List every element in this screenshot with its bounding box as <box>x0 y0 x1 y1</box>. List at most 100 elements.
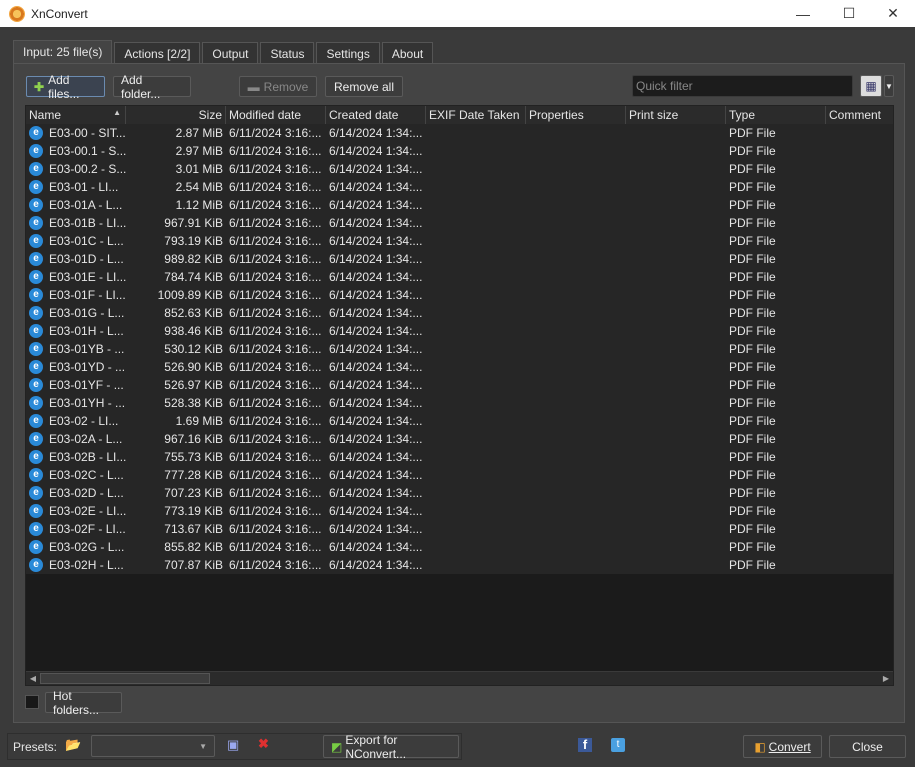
cell-name: e E03-01YB - ... <box>26 340 126 358</box>
column-header-exif-date-taken[interactable]: EXIF Date Taken <box>426 106 526 124</box>
maximize-button[interactable]: ☐ <box>826 0 872 27</box>
column-header-name[interactable]: Name ▲ <box>26 106 126 124</box>
tab-about[interactable]: About <box>381 42 434 63</box>
grid-icon: ▦ <box>865 79 877 93</box>
scroll-right-icon[interactable]: ▶ <box>879 672 893 685</box>
minimize-button[interactable]: — <box>780 0 826 27</box>
facebook-icon[interactable]: f <box>578 738 592 752</box>
cell-size: 1.69 MiB <box>175 414 223 428</box>
cell-properties <box>526 556 626 574</box>
convert-button[interactable]: ◧ Convert <box>743 735 822 758</box>
quick-filter-input[interactable]: Quick filter <box>632 75 853 97</box>
cell-exif-date-taken <box>426 232 526 250</box>
tab-status[interactable]: Status <box>260 42 315 63</box>
tab-output[interactable]: Output <box>202 42 259 63</box>
table-row[interactable]: e E03-02B - LI... 755.73 KiB 6/11/2024 3:16… <box>26 448 893 466</box>
table-row[interactable]: e E03-01 - LI... 2.54 MiB 6/11/2024 3:16:..… <box>26 178 893 196</box>
table-row[interactable]: e E03-01B - LI... 967.91 KiB 6/11/2024 3:16… <box>26 214 893 232</box>
table-row[interactable]: e E03-01H - L... 938.46 KiB 6/11/2024 3:16:… <box>26 322 893 340</box>
twitter-icon[interactable]: t <box>611 738 625 752</box>
cell-comment <box>826 430 893 448</box>
scrollbar-thumb[interactable] <box>40 673 210 684</box>
tab-actions[interactable]: Actions [2/2] <box>114 42 201 63</box>
table-row[interactable]: e E03-01YB - ... 530.12 KiB 6/11/2024 3:16:… <box>26 340 893 358</box>
file-name: E03-01F - LI... <box>49 288 126 302</box>
cell-type: PDF File <box>729 558 776 572</box>
cell-created-date: 6/14/2024 1:34:... <box>329 126 423 140</box>
column-header-comment[interactable]: Comment <box>826 106 893 124</box>
chevron-down-icon: ▼ <box>199 741 207 751</box>
tab-input[interactable]: Input: 25 file(s) <box>13 40 113 63</box>
table-row[interactable]: e E03-02A - L... 967.16 KiB 6/11/2024 3:16:… <box>26 430 893 448</box>
cell-print-size <box>626 340 726 358</box>
table-row[interactable]: e E03-01F - LI... 1009.89 KiB 6/11/2024 3:1… <box>26 286 893 304</box>
view-mode-dropdown[interactable]: ▼ <box>884 75 894 97</box>
table-row[interactable]: e E03-01C - L... 793.19 KiB 6/11/2024 3:16:… <box>26 232 893 250</box>
table-row[interactable]: e E03-02G - L... 855.82 KiB 6/11/2024 3:16:… <box>26 538 893 556</box>
open-preset-folder-icon[interactable]: 📂 <box>65 738 81 752</box>
cell-exif-date-taken <box>426 322 526 340</box>
presets-select[interactable]: ▼ <box>91 735 215 757</box>
cell-created-date: 6/14/2024 1:34:... <box>329 360 423 374</box>
cell-comment <box>826 178 893 196</box>
cell-name: e E03-01YF - ... <box>26 376 126 394</box>
table-row[interactable]: e E03-01A - L... 1.12 MiB 6/11/2024 3:16:..… <box>26 196 893 214</box>
table-row[interactable]: e E03-02H - L... 707.87 KiB 6/11/2024 3:16:… <box>26 556 893 574</box>
delete-preset-icon[interactable]: ✖ <box>258 737 269 751</box>
table-row[interactable]: e E03-02D - L... 707.23 KiB 6/11/2024 3:16:… <box>26 484 893 502</box>
column-header-print-size[interactable]: Print size <box>626 106 726 124</box>
cell-properties <box>526 340 626 358</box>
file-name: E03-02G - L... <box>49 540 125 554</box>
cell-comment <box>826 394 893 412</box>
file-name: E03-02E - LI... <box>49 504 126 518</box>
cell-print-size <box>626 502 726 520</box>
hot-folders-checkbox[interactable] <box>25 695 39 709</box>
hot-folders-button[interactable]: Hot folders... <box>45 689 122 717</box>
save-preset-icon[interactable]: ▣ <box>227 738 239 752</box>
remove-button[interactable]: ▬ Remove <box>239 76 317 97</box>
column-header-created-date[interactable]: Created date <box>326 106 426 124</box>
close-button[interactable]: Close <box>829 735 906 758</box>
column-header-properties[interactable]: Properties <box>526 106 626 124</box>
cell-exif-date-taken <box>426 430 526 448</box>
cell-comment <box>826 214 893 232</box>
table-row[interactable]: e E03-00.2 - S... 3.01 MiB 6/11/2024 3:16:.… <box>26 160 893 178</box>
table-row[interactable]: e E03-01YD - ... 526.90 KiB 6/11/2024 3:16:… <box>26 358 893 376</box>
table-row[interactable]: e E03-01D - L... 989.82 KiB 6/11/2024 3:16:… <box>26 250 893 268</box>
close-window-button[interactable]: ✕ <box>870 0 915 27</box>
add-folder-button[interactable]: Add folder... <box>113 73 191 101</box>
cell-created-date: 6/14/2024 1:34:... <box>329 198 423 212</box>
add-files-button[interactable]: ✚ Add files... <box>26 73 105 101</box>
pdf-file-icon: e <box>29 323 43 338</box>
table-row[interactable]: e E03-00 - SIT... 2.87 MiB 6/11/2024 3:16:.… <box>26 124 893 142</box>
column-header-modified-date[interactable]: Modified date <box>226 106 326 124</box>
view-mode-button[interactable]: ▦ <box>860 75 882 97</box>
cell-properties <box>526 268 626 286</box>
table-row[interactable]: e E03-01G - L... 852.63 KiB 6/11/2024 3:16:… <box>26 304 893 322</box>
column-header-type[interactable]: Type <box>726 106 826 124</box>
table-row[interactable]: e E03-00.1 - S... 2.97 MiB 6/11/2024 3:16:.… <box>26 142 893 160</box>
file-name: E03-02B - LI... <box>49 450 126 464</box>
column-header-size[interactable]: Size <box>126 106 226 124</box>
table-row[interactable]: e E03-01YF - ... 526.97 KiB 6/11/2024 3:16:… <box>26 376 893 394</box>
table-row[interactable]: e E03-02C - L... 777.28 KiB 6/11/2024 3:16:… <box>26 466 893 484</box>
table-row[interactable]: e E03-01E - LI... 784.74 KiB 6/11/2024 3:16… <box>26 268 893 286</box>
remove-all-button[interactable]: Remove all <box>325 76 403 97</box>
cell-properties <box>526 520 626 538</box>
cell-modified-date: 6/11/2024 3:16:... <box>229 270 322 284</box>
cell-properties <box>526 304 626 322</box>
cell-properties <box>526 466 626 484</box>
convert-icon: ◧ <box>754 739 766 754</box>
cell-name: e E03-01G - L... <box>26 304 126 322</box>
table-row[interactable]: e E03-02E - LI... 773.19 KiB 6/11/2024 3:16… <box>26 502 893 520</box>
cell-name: e E03-02B - LI... <box>26 448 126 466</box>
scroll-left-icon[interactable]: ◀ <box>26 672 40 685</box>
horizontal-scrollbar[interactable]: ◀ ▶ <box>26 671 893 685</box>
cell-type: PDF File <box>729 540 776 554</box>
table-row[interactable]: e E03-02 - LI... 1.69 MiB 6/11/2024 3:16:..… <box>26 412 893 430</box>
table-row[interactable]: e E03-02F - LI... 713.67 KiB 6/11/2024 3:16… <box>26 520 893 538</box>
tab-settings[interactable]: Settings <box>316 42 380 63</box>
cell-name: e E03-02H - L... <box>26 556 126 574</box>
export-nconvert-button[interactable]: ◩ Export for NConvert... <box>323 733 459 761</box>
table-row[interactable]: e E03-01YH - ... 528.38 KiB 6/11/2024 3:16:… <box>26 394 893 412</box>
